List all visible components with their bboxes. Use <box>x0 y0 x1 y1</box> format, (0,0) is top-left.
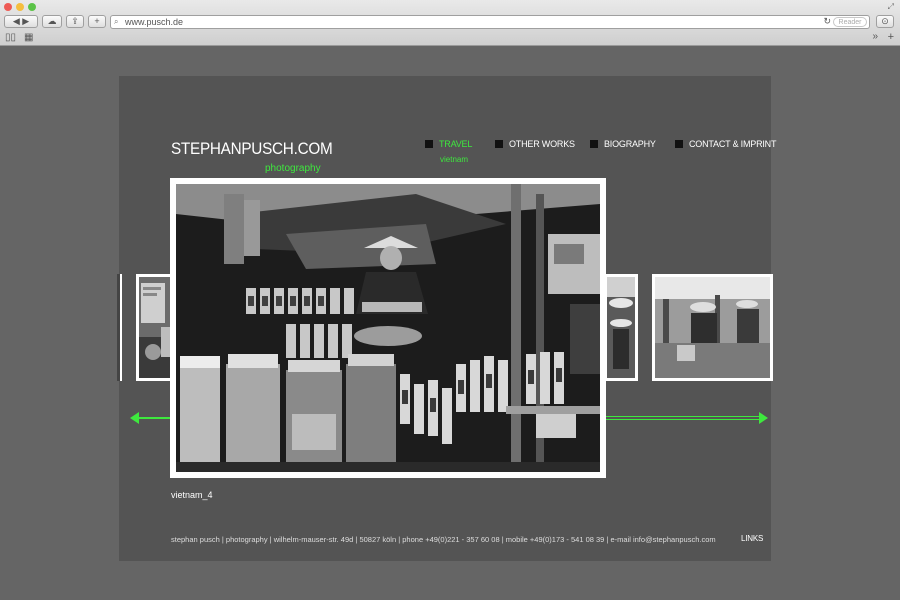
nav-travel[interactable]: TRAVEL <box>425 139 472 149</box>
add-tab-icon[interactable]: + <box>888 31 894 43</box>
nav-sub-vietnam[interactable]: vietnam <box>440 155 468 164</box>
downloads-button[interactable]: ⊙ <box>876 15 894 28</box>
browser-toolbar: ⤢ ◀ ▶ ☁ ⇪ + ⌕ www.pusch.de ↻ Reader ⊙ ▯▯… <box>0 0 900 46</box>
reader-button[interactable]: Reader <box>833 17 867 27</box>
nav-contact-imprint[interactable]: CONTACT & IMPRINT <box>675 139 776 149</box>
photo-caption: vietnam_4 <box>171 490 213 500</box>
next-arrow-icon[interactable] <box>606 411 768 425</box>
nav-bullet-icon <box>590 140 598 148</box>
nav-label: TRAVEL <box>439 139 473 149</box>
fullscreen-icon[interactable]: ⤢ <box>888 2 894 12</box>
nav-label: CONTACT & IMPRINT <box>689 139 777 149</box>
nav-bullet-icon <box>675 140 683 148</box>
nav-label: BIOGRAPHY <box>604 139 656 149</box>
address-bar[interactable]: ⌕ www.pusch.de ↻ Reader <box>110 15 870 29</box>
top-sites-icon[interactable]: ▦ <box>24 32 33 43</box>
zoom-window-button[interactable] <box>28 3 36 11</box>
bookmarks-icon[interactable]: ▯▯ <box>5 32 16 43</box>
gallery-thumb-next-2[interactable] <box>652 274 773 381</box>
nav-biography[interactable]: BIOGRAPHY <box>590 139 656 149</box>
nav-label: OTHER WORKS <box>509 139 575 149</box>
icloud-tabs-button[interactable]: ☁ <box>42 15 62 28</box>
main-photo[interactable] <box>170 178 606 478</box>
chevron-right-icon[interactable]: » <box>872 31 878 42</box>
window-controls <box>4 3 36 11</box>
gallery-thumb-prev-2[interactable] <box>117 274 122 381</box>
search-icon: ⌕ <box>114 17 119 26</box>
previous-arrow-icon[interactable] <box>130 411 172 425</box>
site-subtitle: photography <box>265 163 321 174</box>
nav-bullet-icon <box>425 140 433 148</box>
reload-icon[interactable]: ↻ <box>823 16 831 27</box>
market-stall-photo <box>176 184 600 472</box>
new-tab-button[interactable]: + <box>88 15 106 28</box>
url-text: www.pusch.de <box>125 17 184 27</box>
share-button[interactable]: ⇪ <box>66 15 84 28</box>
site-title[interactable]: STEPHANPUSCH.COM <box>171 139 333 159</box>
nav-other-works[interactable]: OTHER WORKS <box>495 139 575 149</box>
links-button[interactable]: LINKS <box>741 534 763 543</box>
minimize-window-button[interactable] <box>16 3 24 11</box>
footer-contact: stephan pusch | photography | wilhelm-ma… <box>171 535 716 544</box>
back-forward-button[interactable]: ◀ ▶ <box>4 15 38 28</box>
close-window-button[interactable] <box>4 3 12 11</box>
nav-bullet-icon <box>495 140 503 148</box>
gallery-thumb-next[interactable] <box>604 274 638 381</box>
